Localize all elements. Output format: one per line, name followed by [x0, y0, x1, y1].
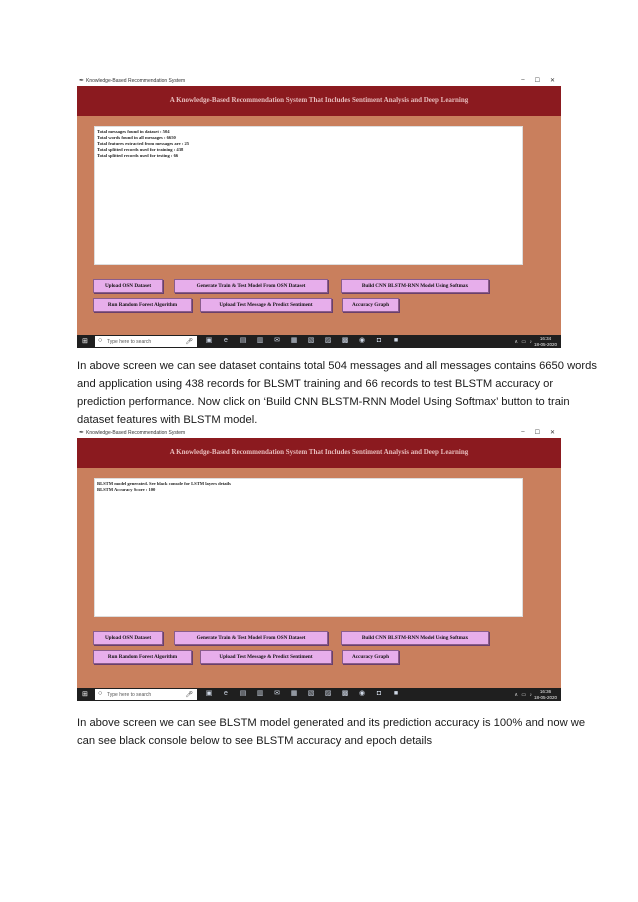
- taskbar-search-box[interactable]: ○ Type here to search 🎤︎: [95, 336, 197, 347]
- app-icon[interactable]: ▦: [290, 337, 298, 345]
- feather-icon: ✒: [79, 78, 85, 84]
- paragraph-line: In above screen we can see dataset conta…: [77, 360, 597, 372]
- clock-date: 18-05-2020: [533, 341, 557, 347]
- feather-icon: ✒: [79, 430, 85, 436]
- app-icon[interactable]: ◉: [358, 337, 366, 345]
- description-paragraph-2: In above screen we can see BLSTM model g…: [77, 714, 586, 750]
- output-text-area[interactable]: Total messages found in dataset : 504 To…: [94, 126, 523, 265]
- task-view-icon[interactable]: ▣: [205, 337, 213, 345]
- upload-test-message-button[interactable]: Upload Test Message & Predict Sentiment: [200, 650, 332, 664]
- output-line: Total splitted records used for testing …: [97, 153, 179, 158]
- run-random-forest-button[interactable]: Run Random Forest Algorithm: [93, 298, 192, 312]
- upload-osn-dataset-button[interactable]: Upload OSN Dataset: [93, 279, 163, 293]
- windows-taskbar: ⊞ ○ Type here to search 🎤︎ ▣ e ▤ ▥ ✉ ▦ ▧…: [77, 688, 561, 701]
- app-icon[interactable]: ◉: [358, 690, 366, 698]
- app-icon[interactable]: ■: [392, 337, 400, 345]
- generate-train-test-button[interactable]: Generate Train & Test Model From OSN Dat…: [174, 631, 328, 645]
- close-button[interactable]: ✕: [550, 77, 555, 84]
- windows-start-icon[interactable]: ⊞: [82, 691, 89, 698]
- taskbar-search-box[interactable]: ○ Type here to search 🎤︎: [95, 689, 197, 700]
- app-icon[interactable]: ▩: [341, 337, 349, 345]
- search-icon: ○: [98, 690, 103, 697]
- system-tray-icons[interactable]: ∧ ▭ ♪: [514, 339, 533, 345]
- search-placeholder: Type here to search: [107, 692, 152, 698]
- search-icon: ○: [98, 337, 103, 344]
- app-icon[interactable]: ▨: [324, 337, 332, 345]
- app-heading: A Knowledge-Based Recommendation System …: [169, 448, 469, 456]
- generate-train-test-button[interactable]: Generate Train & Test Model From OSN Dat…: [174, 279, 328, 293]
- microphone-icon[interactable]: 🎤︎: [185, 691, 193, 698]
- paragraph-line: In above screen we can see BLSTM model g…: [77, 717, 586, 729]
- window-titlebar: ✒ Knowledge-Based Recommendation System …: [77, 76, 561, 86]
- mail-icon[interactable]: ✉: [273, 337, 281, 345]
- app-icon[interactable]: ■: [392, 690, 400, 698]
- paragraph-line: dataset features with BLSTM model.: [77, 414, 258, 426]
- clock-date: 18-05-2020: [533, 694, 557, 700]
- task-view-icon[interactable]: ▣: [205, 690, 213, 698]
- minimize-button[interactable]: –: [521, 77, 524, 84]
- file-explorer-icon[interactable]: ▤: [239, 337, 247, 345]
- app-icon[interactable]: ▨: [324, 690, 332, 698]
- system-tray-icons[interactable]: ∧ ▭ ♪: [514, 692, 533, 698]
- upload-osn-dataset-button[interactable]: Upload OSN Dataset: [93, 631, 163, 645]
- search-placeholder: Type here to search: [107, 339, 152, 345]
- accuracy-graph-button[interactable]: Accuracy Graph: [342, 298, 399, 312]
- windows-start-icon[interactable]: ⊞: [82, 338, 89, 345]
- minimize-button[interactable]: –: [521, 429, 524, 436]
- close-button[interactable]: ✕: [550, 429, 555, 436]
- app-heading-banner: A Knowledge-Based Recommendation System …: [77, 438, 561, 468]
- app-screenshot-2: ✒ Knowledge-Based Recommendation System …: [77, 428, 561, 701]
- upload-test-message-button[interactable]: Upload Test Message & Predict Sentiment: [200, 298, 332, 312]
- windows-taskbar: ⊞ ○ Type here to search 🎤︎ ▣ e ▤ ▥ ✉ ▦ ▧…: [77, 335, 561, 348]
- window-title: Knowledge-Based Recommendation System: [86, 78, 186, 84]
- paragraph-line: and application using 438 records for BL…: [77, 378, 554, 390]
- output-line: BLSTM Accuracy Score : 100: [97, 487, 156, 492]
- file-explorer-icon[interactable]: ▤: [239, 690, 247, 698]
- app-screenshot-1: ✒ Knowledge-Based Recommendation System …: [77, 76, 561, 348]
- description-paragraph-1: In above screen we can see dataset conta…: [77, 357, 597, 429]
- accuracy-graph-button[interactable]: Accuracy Graph: [342, 650, 399, 664]
- store-icon[interactable]: ▥: [256, 337, 264, 345]
- edge-icon[interactable]: e: [222, 337, 230, 345]
- app-heading: A Knowledge-Based Recommendation System …: [169, 96, 469, 104]
- taskbar-clock[interactable]: 16:36 18-05-2020: [534, 689, 557, 700]
- app-icon[interactable]: ▩: [341, 690, 349, 698]
- app-icon[interactable]: ▧: [307, 337, 315, 345]
- store-icon[interactable]: ▥: [256, 690, 264, 698]
- app-icon[interactable]: ◘: [375, 337, 383, 345]
- paragraph-line: can see black console below to see BLSTM…: [77, 735, 433, 747]
- app-icon[interactable]: ◘: [375, 690, 383, 698]
- app-heading-banner: A Knowledge-Based Recommendation System …: [77, 86, 561, 116]
- build-cnn-blstm-button[interactable]: Build CNN BLSTM-RNN Model Using Softmax: [341, 279, 489, 293]
- maximize-button[interactable]: ☐: [535, 429, 540, 436]
- taskbar-clock[interactable]: 16:34 18-05-2020: [534, 336, 557, 347]
- output-text-area[interactable]: BLSTM model generated. See black console…: [94, 478, 523, 617]
- build-cnn-blstm-button[interactable]: Build CNN BLSTM-RNN Model Using Softmax: [341, 631, 489, 645]
- window-titlebar: ✒ Knowledge-Based Recommendation System …: [77, 428, 561, 438]
- mail-icon[interactable]: ✉: [273, 690, 281, 698]
- run-random-forest-button[interactable]: Run Random Forest Algorithm: [93, 650, 192, 664]
- app-icon[interactable]: ▦: [290, 690, 298, 698]
- window-title: Knowledge-Based Recommendation System: [86, 430, 186, 436]
- paragraph-line: prediction performance. Now click on ‘Bu…: [77, 396, 570, 408]
- maximize-button[interactable]: ☐: [535, 77, 540, 84]
- microphone-icon[interactable]: 🎤︎: [185, 338, 193, 345]
- app-icon[interactable]: ▧: [307, 690, 315, 698]
- edge-icon[interactable]: e: [222, 690, 230, 698]
